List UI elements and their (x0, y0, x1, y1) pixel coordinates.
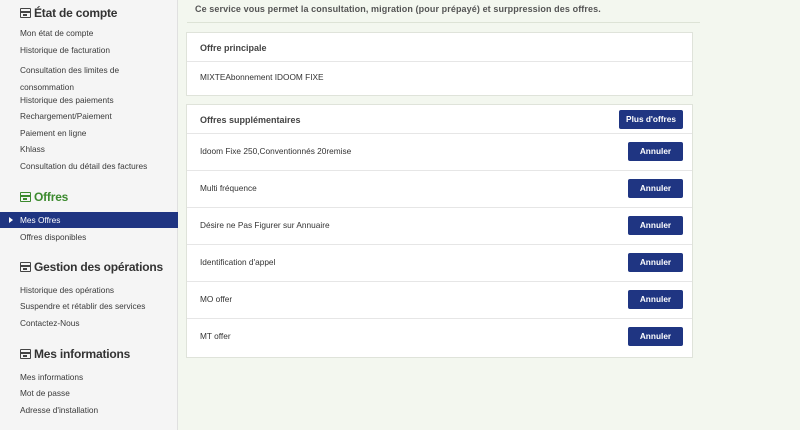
divider (187, 61, 692, 62)
section-header-account-status: État de compte (20, 5, 117, 21)
cancel-offer-button[interactable]: Annuler (628, 253, 683, 272)
offer-label: Identification d'appel (200, 257, 276, 267)
divider (187, 207, 692, 208)
window-icon (20, 8, 31, 18)
sidebar-item-recharge-payment[interactable]: Rechargement/Paiement (20, 111, 170, 122)
divider (187, 133, 692, 134)
section-header-my-info: Mes informations (20, 346, 130, 362)
sidebar-item-invoice-detail[interactable]: Consultation du détail des factures (20, 161, 170, 172)
offer-label: MO offer (200, 294, 233, 304)
offer-label: MT offer (200, 331, 231, 341)
divider (187, 170, 692, 171)
sidebar-item-operations-history[interactable]: Historique des opérations (20, 285, 170, 296)
primary-offer-panel: Offre principale MIXTEAbonnement IDOOM F… (186, 32, 693, 96)
sidebar-item-online-payment[interactable]: Paiement en ligne (20, 128, 170, 139)
offer-label: Multi fréquence (200, 183, 257, 193)
sidebar-item-billing-history[interactable]: Historique de facturation (20, 45, 170, 56)
offer-label: Idoom Fixe 250,Conventionnés 20remise (200, 146, 352, 156)
cancel-offer-button[interactable]: Annuler (628, 216, 683, 235)
divider (187, 318, 692, 319)
page-intro: Ce service vous permet la consultation, … (195, 4, 601, 14)
sidebar-item-suspend-restore[interactable]: Suspendre et rétablir des services (20, 301, 170, 312)
section-header-offers: Offres (20, 189, 68, 205)
sidebar-item-available-offers[interactable]: Offres disponibles (20, 232, 170, 243)
section-title: Gestion des opérations (34, 260, 163, 274)
sidebar-item-account-status[interactable]: Mon état de compte (20, 28, 170, 39)
divider (187, 244, 692, 245)
sidebar-item-khlass[interactable]: Khlass (20, 144, 170, 155)
sidebar-item-contact-us[interactable]: Contactez-Nous (20, 318, 170, 329)
panel-title: Offre principale (200, 43, 267, 53)
supplementary-offers-panel: Offres supplémentaires Plus d'offres Ido… (186, 104, 693, 358)
primary-offer-value: MIXTEAbonnement IDOOM FIXE (200, 72, 324, 82)
section-title: Mes informations (34, 347, 131, 361)
section-title: Offres (34, 190, 69, 204)
panel-title: Offres supplémentaires (200, 115, 301, 125)
window-icon (20, 192, 31, 202)
sidebar-item-consumption-limits[interactable]: Consultation des limites de consommation (20, 62, 140, 95)
cancel-offer-button[interactable]: Annuler (628, 142, 683, 161)
more-offers-button[interactable]: Plus d'offres (619, 110, 683, 129)
offer-label: Désire ne Pas Figurer sur Annuaire (200, 220, 330, 230)
sidebar-item-label: Mes Offres (20, 215, 61, 225)
divider (187, 281, 692, 282)
sidebar-item-my-offers[interactable]: Mes Offres (0, 212, 178, 228)
window-icon (20, 349, 31, 359)
sidebar-item-payment-history[interactable]: Historique des paiements (20, 95, 170, 106)
cancel-offer-button[interactable]: Annuler (628, 179, 683, 198)
sidebar-item-install-address[interactable]: Adresse d'installation (20, 405, 170, 416)
cancel-offer-button[interactable]: Annuler (628, 290, 683, 309)
sidebar-item-password[interactable]: Mot de passe (20, 388, 170, 399)
window-icon (20, 262, 31, 272)
sidebar-item-my-information[interactable]: Mes informations (20, 372, 170, 383)
section-title: État de compte (34, 6, 118, 20)
divider (187, 22, 700, 23)
cancel-offer-button[interactable]: Annuler (628, 327, 683, 346)
section-header-operations: Gestion des opérations (20, 259, 163, 275)
sidebar: État de compte Mon état de compte Histor… (0, 0, 178, 430)
caret-right-icon (9, 217, 13, 223)
